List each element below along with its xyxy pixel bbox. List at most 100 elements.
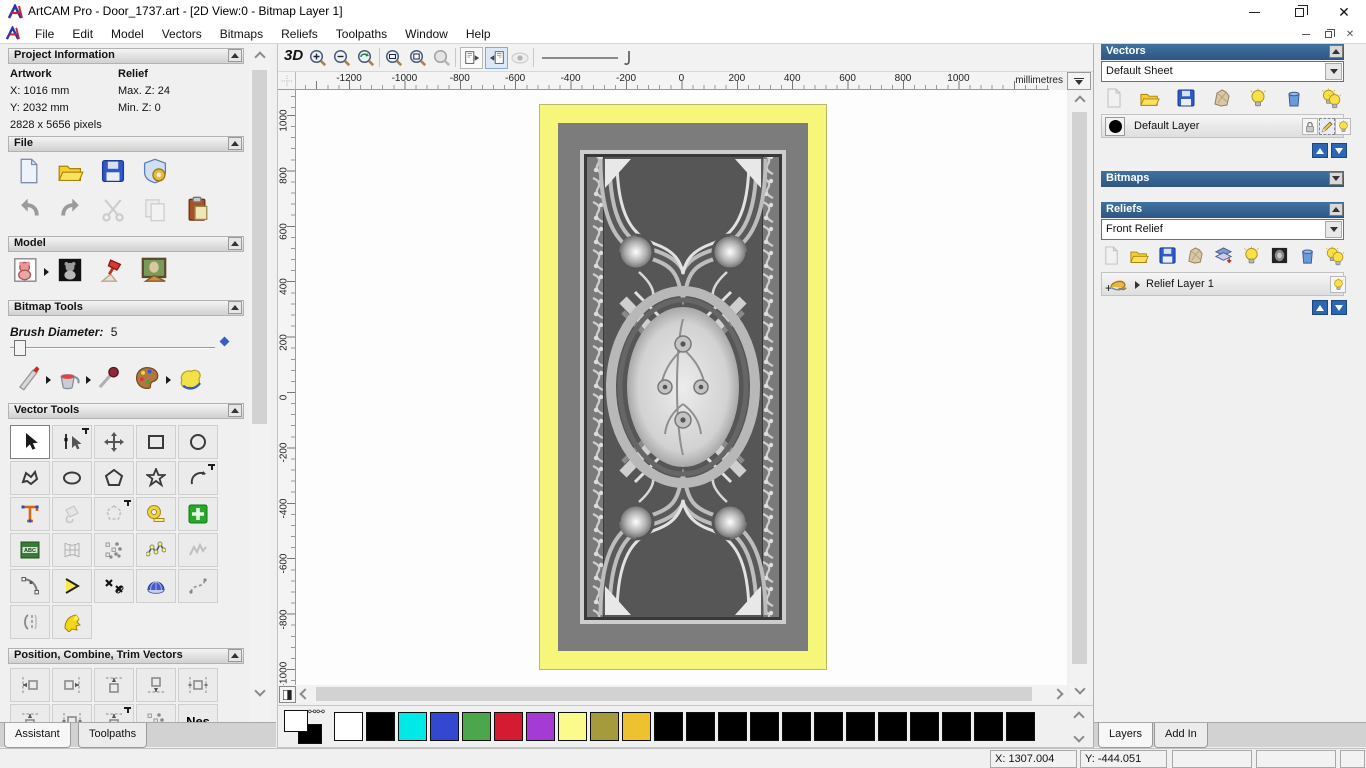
- palette-swatch-17[interactable]: [878, 712, 907, 741]
- node-editing-tool[interactable]: [52, 425, 92, 459]
- delete-relief-button[interactable]: [1298, 246, 1317, 265]
- palette-swatch-6[interactable]: [526, 712, 555, 741]
- collapse-button[interactable]: [228, 237, 242, 250]
- redo-button[interactable]: [58, 196, 84, 222]
- minimize-button[interactable]: [1232, 0, 1276, 24]
- scatter-copies-button[interactable]: [136, 704, 176, 722]
- palette-swatch-9[interactable]: [622, 712, 651, 741]
- zoom-previous-button[interactable]: [355, 47, 377, 69]
- align-top-button[interactable]: [94, 668, 134, 702]
- mdi-minimize-button[interactable]: [1298, 27, 1314, 41]
- load-bitmap-button[interactable]: [140, 256, 168, 284]
- view-corner-button[interactable]: [279, 686, 296, 703]
- align-left-button[interactable]: [10, 668, 50, 702]
- create-polyline-tool[interactable]: [10, 461, 50, 495]
- link-colours-icon[interactable]: ⚯⚯: [308, 707, 325, 718]
- menu-edit[interactable]: Edit: [63, 24, 102, 44]
- menu-window[interactable]: Window: [396, 24, 457, 44]
- zoom-selection-button[interactable]: [431, 47, 453, 69]
- toggle-vector-view-button[interactable]: [485, 47, 508, 69]
- ruler-unit-button[interactable]: [1067, 72, 1091, 90]
- expand-button[interactable]: [1329, 172, 1343, 185]
- palette-swatch-5[interactable]: [494, 712, 523, 741]
- contrast-slider[interactable]: [542, 57, 618, 59]
- relief-layer-row[interactable]: + Relief Layer 1: [1101, 272, 1346, 296]
- tab-addin[interactable]: Add In: [1154, 723, 1208, 748]
- section-header-model[interactable]: Model: [8, 236, 244, 252]
- merge-relief-button[interactable]: [1186, 246, 1205, 265]
- scroll-up-button[interactable]: [253, 50, 267, 64]
- vector-doctor-tool[interactable]: [52, 497, 92, 531]
- move-layer-up-button[interactable]: [1312, 143, 1328, 158]
- delete-layer-button[interactable]: [1284, 88, 1304, 108]
- palette-swatch-20[interactable]: [974, 712, 1003, 741]
- flyout-arrow-icon[interactable]: [44, 268, 49, 276]
- set-model-size-button[interactable]: [12, 256, 40, 284]
- menu-reliefs[interactable]: Reliefs: [272, 24, 327, 44]
- save-model-button[interactable]: [100, 158, 126, 184]
- menu-file[interactable]: File: [26, 24, 63, 44]
- create-text-tool[interactable]: [10, 497, 50, 531]
- extrude-tool[interactable]: [136, 569, 176, 603]
- new-model-button[interactable]: [16, 158, 42, 184]
- palette-swatch-2[interactable]: [398, 712, 427, 741]
- open-vector-layer-button[interactable]: [1140, 88, 1160, 108]
- greyscale-model-button[interactable]: [56, 256, 84, 284]
- bitmap-doctor-button[interactable]: [178, 365, 204, 391]
- brush-diameter-slider-thumb[interactable]: [14, 340, 26, 356]
- copy-button[interactable]: [142, 196, 168, 222]
- primary-colour-swatch[interactable]: [284, 710, 308, 732]
- cut-button[interactable]: [100, 196, 126, 222]
- toggle-bitmap-view-button[interactable]: [460, 47, 483, 69]
- vector-sheet-select[interactable]: Default Sheet: [1101, 61, 1344, 82]
- bisector-tool[interactable]: [52, 569, 92, 603]
- text-on-curve-tool[interactable]: [10, 533, 50, 567]
- fit-polyline-tool[interactable]: [136, 533, 176, 567]
- palette-swatch-15[interactable]: [814, 712, 843, 741]
- expand-arrow-icon[interactable]: [1135, 281, 1140, 289]
- scroll-right-button[interactable]: [1051, 687, 1065, 701]
- scrollbar-thumb[interactable]: [252, 70, 267, 424]
- menu-bitmaps[interactable]: Bitmaps: [211, 24, 272, 44]
- mirror-vectors-tool[interactable]: [10, 605, 50, 639]
- colour-palette-button[interactable]: [134, 365, 160, 391]
- dropdown-button[interactable]: [1325, 63, 1342, 80]
- mdi-restore-button[interactable]: [1320, 27, 1336, 41]
- collapse-button[interactable]: [228, 649, 242, 662]
- palette-swatch-8[interactable]: [590, 712, 619, 741]
- combine-relief-button[interactable]: [1214, 246, 1233, 265]
- collapse-button[interactable]: [1329, 203, 1343, 216]
- scrollbar-thumb[interactable]: [316, 687, 1032, 701]
- palette-swatch-21[interactable]: [1006, 712, 1035, 741]
- palette-swatch-1[interactable]: [366, 712, 395, 741]
- center-vertical-button[interactable]: [10, 704, 50, 722]
- assistant-scrollbar[interactable]: [249, 44, 271, 722]
- lighting-button[interactable]: [98, 256, 126, 284]
- palette-swatch-12[interactable]: [718, 712, 747, 741]
- scroll-down-button[interactable]: [1073, 682, 1087, 696]
- layer-visibility-button[interactable]: [1335, 118, 1351, 135]
- close-button[interactable]: ✕: [1322, 0, 1366, 24]
- nesting-button[interactable]: Nes: [178, 704, 218, 722]
- vector-layer-row[interactable]: Default Layer: [1101, 114, 1351, 138]
- create-border-tool[interactable]: [178, 497, 218, 531]
- measure-tool[interactable]: [136, 497, 176, 531]
- zoom-fit-button[interactable]: [407, 47, 429, 69]
- convert-vectors-tool[interactable]: [94, 497, 134, 531]
- smooth-polyline-tool[interactable]: [178, 533, 218, 567]
- palette-swatch-0[interactable]: [334, 712, 363, 741]
- collapse-button[interactable]: [228, 49, 242, 62]
- mdi-close-button[interactable]: ✕: [1342, 27, 1358, 41]
- scrollbar-thumb[interactable]: [1072, 112, 1087, 664]
- move-relief-up-button[interactable]: [1312, 300, 1328, 315]
- palette-swatch-19[interactable]: [942, 712, 971, 741]
- fillet-tool[interactable]: [10, 569, 50, 603]
- align-bottom-button[interactable]: [136, 668, 176, 702]
- toggle-all-reliefs-button[interactable]: [1324, 246, 1345, 267]
- collapse-button[interactable]: [228, 137, 242, 150]
- palette-swatch-4[interactable]: [462, 712, 491, 741]
- create-ellipse-tool[interactable]: [52, 461, 92, 495]
- relief-visibility-button[interactable]: [1242, 246, 1261, 265]
- options-button[interactable]: [142, 158, 168, 184]
- palette-swatch-13[interactable]: [750, 712, 779, 741]
